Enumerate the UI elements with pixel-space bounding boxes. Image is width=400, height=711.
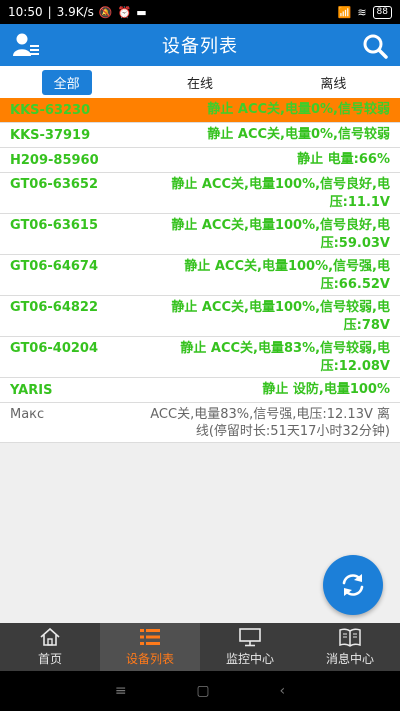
device-row[interactable]: GT06-64822 静止 ACC关,电量100%,信号较弱,电压:78V: [0, 296, 400, 337]
signal-icon: 📶: [337, 5, 352, 19]
device-row[interactable]: KKS-63230 静止 ACC关,电量0%,信号较弱: [0, 98, 400, 123]
bottom-tab-bar: 首页 设备列表 监控中心 消息中心: [0, 623, 400, 671]
system-nav-bar: ≡ ▢ ‹: [0, 671, 400, 711]
device-name: H209-85960: [10, 153, 99, 168]
list-icon: [140, 629, 160, 645]
monitor-icon: [239, 628, 261, 647]
tab-device-list[interactable]: 设备列表: [100, 623, 200, 671]
status-time: 10:50: [8, 5, 43, 19]
device-row[interactable]: YARIS 静止 设防,电量100%: [0, 378, 400, 403]
device-status: 静止 电量:66%: [297, 152, 390, 167]
device-name: GT06-63615: [10, 218, 99, 233]
home-icon: [40, 627, 60, 646]
device-status: 静止 ACC关,电量100%,信号良好,电压:59.03V: [171, 218, 390, 251]
tab-home-label: 首页: [37, 652, 62, 666]
user-list-icon[interactable]: [12, 32, 40, 58]
device-status: 静止 ACC关,电量100%,信号强,电压:66.52V: [184, 259, 390, 292]
device-status: ACC关,电量83%,信号强,电压:12.13V 离线(停留时长:51天17小时…: [150, 407, 390, 439]
tab-messages[interactable]: 消息中心: [300, 623, 400, 671]
device-name: GT06-64822: [10, 300, 99, 315]
tab-monitor-label: 监控中心: [225, 652, 274, 666]
nav-menu-icon[interactable]: ≡: [115, 683, 127, 699]
status-bar: 10:50 | 3.9K/s 🔕 ⏰ ▬ 📶 ≋ 88: [0, 0, 400, 24]
device-list: KKS-63230 静止 ACC关,电量0%,信号较弱 KKS-37919 静止…: [0, 98, 400, 443]
battery-icon: 88: [372, 5, 392, 19]
device-row[interactable]: GT06-63652 静止 ACC关,电量100%,信号良好,电压:11.1V: [0, 173, 400, 214]
book-icon: [339, 628, 361, 647]
device-status: 静止 ACC关,电量100%,信号良好,电压:11.1V: [171, 177, 390, 210]
device-row[interactable]: H209-85960 静止 电量:66%: [0, 148, 400, 173]
mute-icon: 🔕: [98, 5, 113, 19]
status-divider: |: [47, 5, 52, 19]
device-name: KKS-63230: [10, 103, 91, 118]
refresh-icon: [342, 574, 364, 596]
device-name: GT06-64674: [10, 259, 99, 274]
filter-all[interactable]: 全部: [0, 69, 133, 95]
device-name: YARIS: [10, 383, 53, 398]
device-name: KKS-37919: [10, 128, 91, 143]
app-notification-icon: ▬: [136, 5, 147, 19]
device-row[interactable]: GT06-63615 静止 ACC关,电量100%,信号良好,电压:59.03V: [0, 214, 400, 255]
page-title: 设备列表: [162, 36, 238, 57]
app-bar: 设备列表: [0, 24, 400, 66]
device-name: GT06-63652: [10, 177, 99, 192]
filter-online[interactable]: 在线: [133, 73, 266, 92]
refresh-button[interactable]: [323, 555, 383, 615]
alarm-icon: ⏰: [117, 5, 132, 19]
tab-device-list-label: 设备列表: [125, 652, 174, 666]
filter-offline[interactable]: 离线: [267, 73, 400, 92]
tab-monitor[interactable]: 监控中心: [200, 623, 300, 671]
device-status: 静止 ACC关,电量83%,信号较弱,电压:12.08V: [180, 341, 390, 374]
nav-home-icon[interactable]: ▢: [196, 683, 209, 699]
filter-tabs: 全部 在线 离线: [0, 66, 400, 98]
device-row[interactable]: GT06-40204 静止 ACC关,电量83%,信号较弱,电压:12.08V: [0, 337, 400, 378]
device-status: 静止 设防,电量100%: [262, 382, 390, 397]
device-status: 静止 ACC关,电量100%,信号较弱,电压:78V: [171, 300, 390, 333]
search-icon[interactable]: [362, 33, 388, 59]
wifi-icon: ≋: [357, 5, 367, 19]
device-row[interactable]: KKS-37919 静止 ACC关,电量0%,信号较弱: [0, 123, 400, 148]
device-name: Макс: [10, 407, 45, 422]
device-row[interactable]: GT06-64674 静止 ACC关,电量100%,信号强,电压:66.52V: [0, 255, 400, 296]
network-speed: 3.9K/s: [56, 5, 94, 19]
tab-home[interactable]: 首页: [0, 623, 100, 671]
device-row[interactable]: Макс ACC关,电量83%,信号强,电压:12.13V 离线(停留时长:51…: [0, 403, 400, 443]
device-status: 静止 ACC关,电量0%,信号较弱: [207, 102, 390, 117]
device-status: 静止 ACC关,电量0%,信号较弱: [207, 127, 390, 142]
tab-messages-label: 消息中心: [325, 652, 374, 666]
device-name: GT06-40204: [10, 341, 99, 356]
nav-back-icon[interactable]: ‹: [279, 683, 285, 699]
